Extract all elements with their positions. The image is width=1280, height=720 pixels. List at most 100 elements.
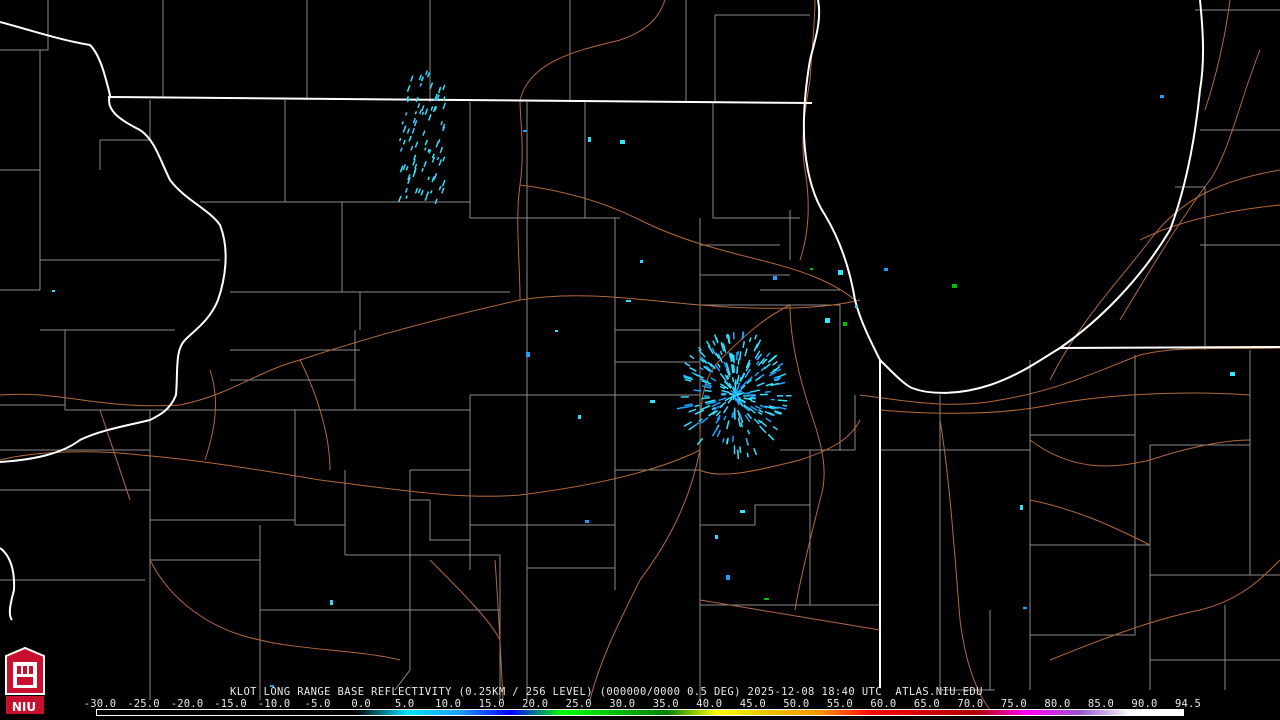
echo-speck: [759, 393, 768, 396]
echo-speck: [758, 425, 767, 434]
county-borders: [0, 0, 1280, 700]
echo-speck: [723, 415, 727, 421]
echo-speck: [739, 446, 742, 454]
echo-speck: [731, 377, 735, 383]
echo-speck: [754, 334, 758, 340]
echo-speck: [1023, 607, 1027, 609]
echo-speck: [424, 147, 427, 151]
echo-speck: [722, 405, 729, 414]
echo-speck: [410, 75, 414, 82]
echo-speck: [770, 398, 775, 401]
echo-speck: [754, 371, 760, 377]
echo-speck: [683, 421, 693, 427]
echo-speck: [406, 85, 411, 92]
echo-speck: [404, 112, 408, 116]
echo-speck: [423, 160, 427, 168]
echo-speck: [704, 395, 710, 398]
echo-speck: [694, 404, 700, 408]
echo-speck: [421, 111, 425, 116]
echo-speck: [785, 395, 792, 397]
reflectivity-colorbar: [96, 709, 1184, 716]
echo-speck: [754, 376, 761, 382]
echo-speck: [411, 127, 416, 134]
echo-speck: [737, 359, 740, 365]
echo-speck: [650, 400, 655, 403]
echo-speck: [750, 399, 756, 403]
echo-speck: [737, 417, 742, 428]
echo-speck: [684, 362, 691, 367]
echo-speck: [439, 146, 444, 154]
echo-speck: [52, 290, 55, 292]
echo-speck: [414, 111, 418, 115]
echo-speck: [952, 284, 957, 288]
echo-speck: [442, 84, 446, 91]
echo-speck: [753, 418, 760, 425]
echo-speck: [694, 373, 704, 379]
echo-speck: [843, 322, 847, 326]
echo-speck: [676, 406, 684, 410]
echo-speck: [424, 108, 429, 116]
echo-speck: [410, 145, 414, 151]
echo-speck: [442, 126, 446, 132]
echo-speck: [737, 351, 739, 356]
echo-speck: [428, 114, 432, 121]
echo-speck: [743, 391, 752, 395]
echo-speck: [715, 535, 718, 539]
echo-speck: [722, 438, 725, 443]
echo-speck: [405, 195, 408, 200]
echo-speck: [782, 404, 788, 407]
echo-speck: [746, 452, 750, 458]
echo-speck: [1230, 372, 1235, 376]
echo-speck: [749, 389, 761, 393]
echo-speck: [1020, 505, 1023, 510]
echo-speck: [413, 154, 417, 161]
echo-speck: [776, 395, 784, 397]
echo-speck: [712, 340, 716, 346]
echo-speck: [759, 420, 768, 428]
echo-speck: [689, 366, 697, 372]
echo-speck: [745, 437, 749, 444]
echo-speck: [747, 429, 751, 435]
echo-speck: [700, 416, 709, 424]
echo-speck: [838, 270, 843, 275]
echo-speck: [767, 433, 775, 441]
colorbar-tick-labels: -30.0 -25.0 -20.0 -15.0 -10.0 -5.0 0.0 5.0 10.0 1…: [84, 698, 1201, 710]
echo-speck: [772, 425, 779, 431]
echo-speck: [711, 427, 718, 437]
echo-speck: [526, 352, 530, 357]
echo-speck: [441, 187, 445, 194]
echo-speck: [773, 276, 777, 280]
echo-speck: [825, 318, 830, 323]
echo-speck: [733, 407, 736, 414]
echo-speck: [406, 128, 411, 134]
echo-speck: [438, 159, 443, 166]
echo-speck: [772, 360, 778, 366]
echo-speck: [740, 510, 745, 513]
echo-speck: [427, 176, 430, 181]
echo-speck: [422, 130, 426, 136]
echo-speck: [419, 83, 423, 87]
radar-echoes: [52, 70, 1235, 687]
echo-speck: [417, 102, 421, 109]
echo-speck: [440, 121, 444, 126]
echo-speck: [438, 185, 442, 191]
echo-speck: [748, 337, 752, 343]
echo-speck: [398, 137, 402, 142]
echo-speck: [810, 268, 813, 270]
echo-speck: [726, 420, 730, 430]
echo-speck: [402, 139, 406, 145]
echo-speck: [855, 305, 858, 308]
echo-speck: [640, 260, 643, 263]
echo-speck: [756, 382, 765, 387]
echo-speck: [424, 139, 429, 146]
echo-speck: [418, 109, 423, 115]
echo-speck: [713, 334, 719, 344]
echo-speck: [420, 189, 424, 196]
echo-speck: [680, 395, 689, 398]
echo-speck: [698, 349, 706, 358]
echo-speck: [777, 362, 784, 368]
echo-speck: [408, 135, 412, 142]
radar-map: [0, 0, 1280, 711]
echo-speck: [405, 166, 409, 171]
product-caption: KLOT LONG RANGE BASE REFLECTIVITY (0.25K…: [230, 686, 983, 698]
